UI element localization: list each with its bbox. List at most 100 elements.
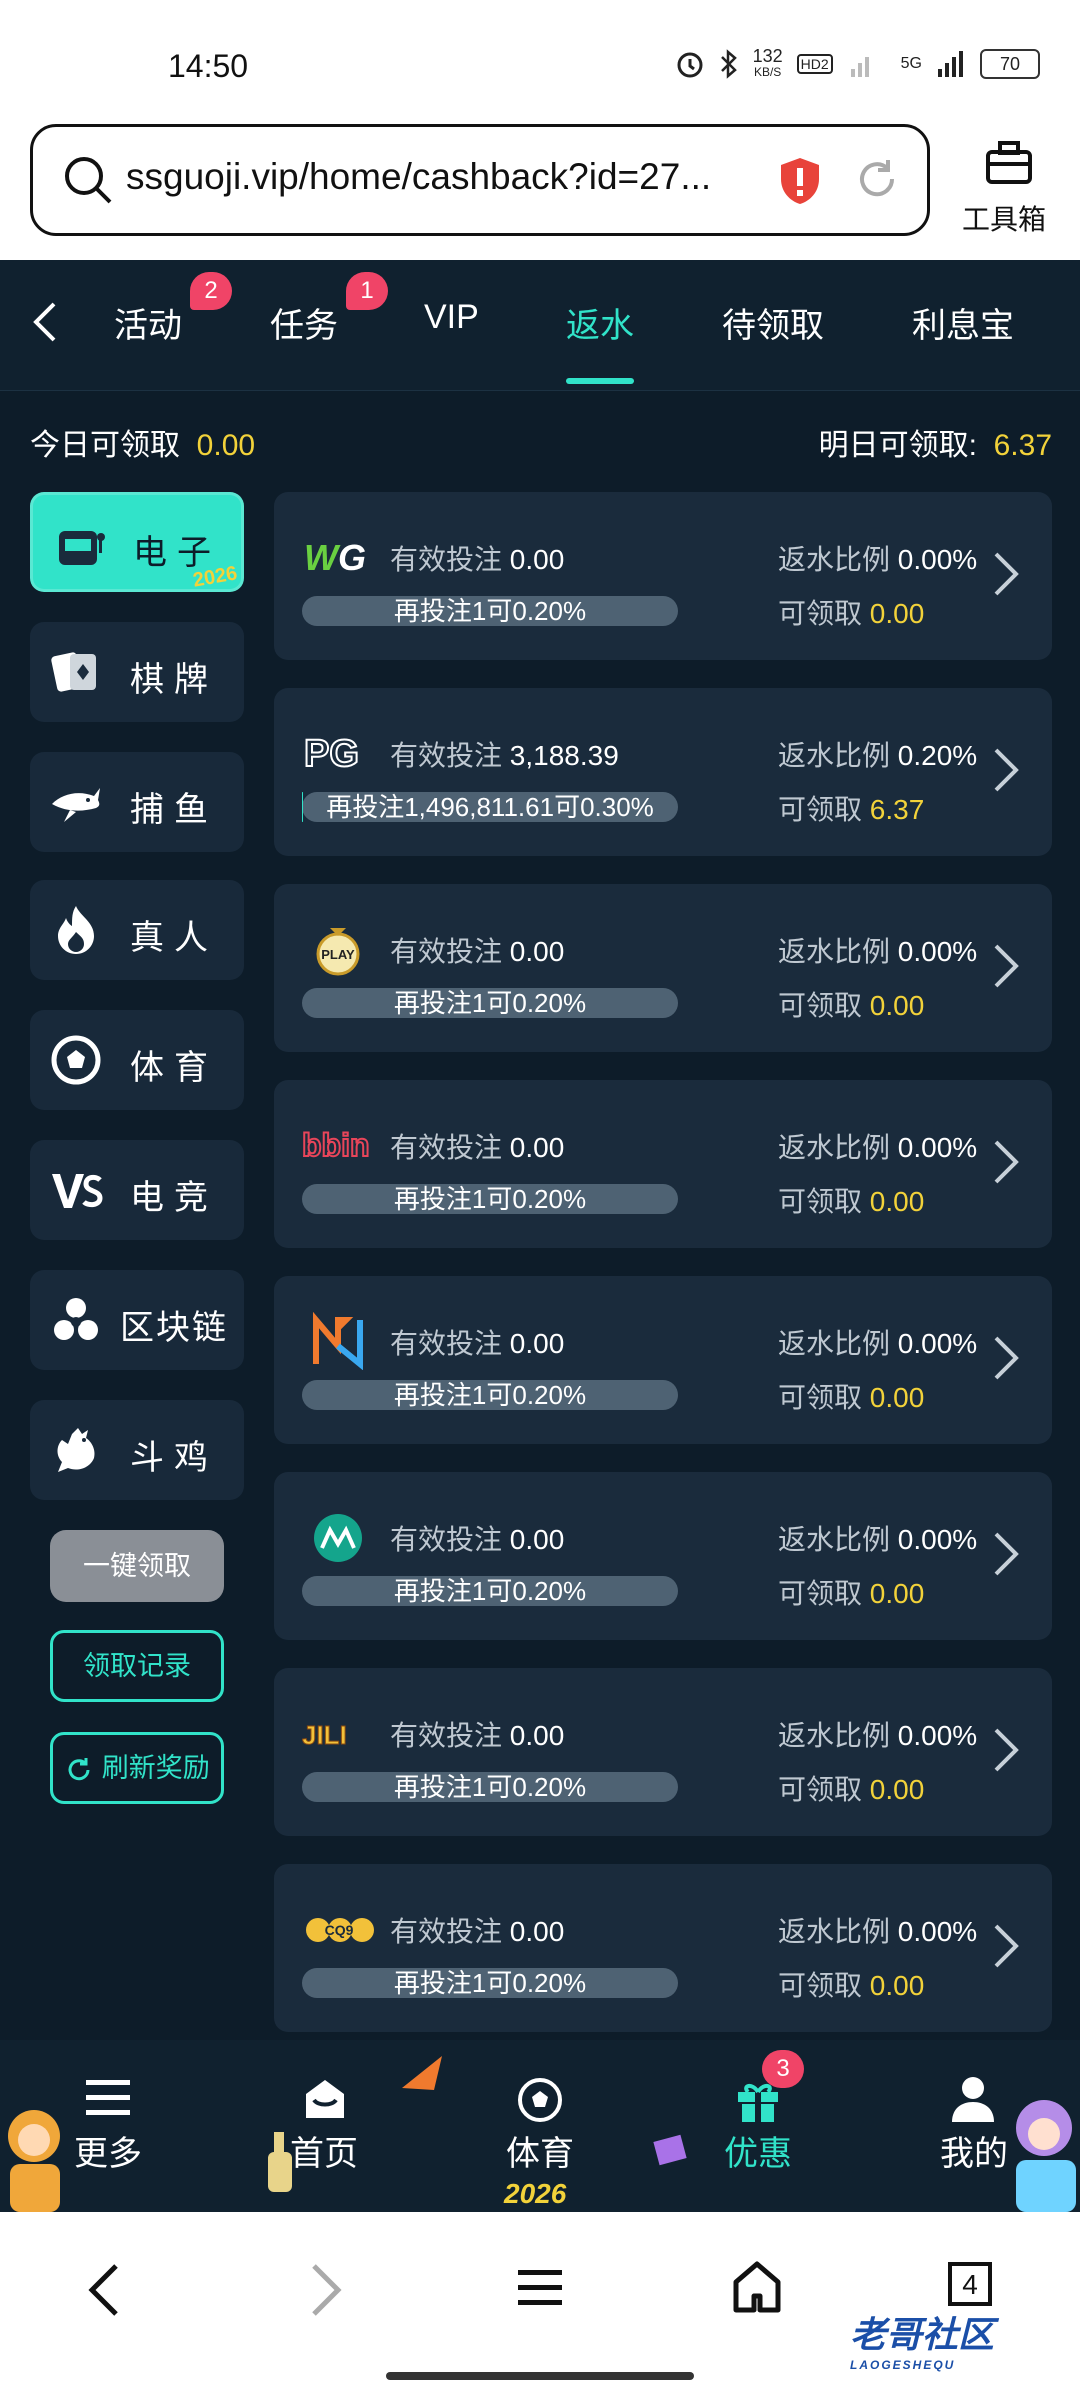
refresh-rewards-button[interactable]: 刷新奖励 — [50, 1732, 224, 1804]
provider-logo-icon: bbin — [301, 1116, 376, 1174]
tab-activity[interactable]: 活动 — [114, 298, 182, 347]
soccer-ball-icon[interactable] — [516, 2076, 564, 2124]
flame-icon — [58, 906, 94, 954]
progress-bar: 再投注1可0.20% — [302, 1772, 678, 1802]
cashback-card[interactable]: 有效投注 0.00 再投注1可0.20% 返水比例 0.00% 可领取 0.00 — [274, 1276, 1052, 1444]
category-cockfight[interactable]: 斗鸡 — [30, 1400, 244, 1500]
category-blockchain[interactable]: 区块链 — [30, 1270, 244, 1370]
chevron-right-icon[interactable] — [986, 1920, 1026, 1972]
progress-hint: 再投注1可0.20% — [393, 1380, 587, 1410]
cashback-card[interactable]: 有效投注 0.00 再投注1可0.20% 返水比例 0.00% 可领取 0.00 — [274, 1472, 1052, 1640]
cashback-rate: 返水比例 0.00% — [778, 1524, 978, 1555]
provider-logo-icon: PLAY — [302, 920, 376, 978]
tab-vip[interactable]: VIP — [424, 298, 479, 337]
slot-machine-icon — [59, 531, 105, 565]
category-live[interactable]: 真人 — [30, 880, 244, 980]
browser-tabs-button[interactable]: 4 — [948, 2262, 992, 2306]
search-icon — [65, 157, 112, 204]
claimable-amount: 可领取 0.00 — [778, 1186, 925, 1217]
tab-active-indicator — [566, 378, 634, 384]
progress-hint: 再投注1可0.20% — [393, 1772, 587, 1802]
chevron-right-icon[interactable] — [986, 744, 1026, 796]
home-icon[interactable] — [302, 2076, 348, 2122]
chevron-right-icon[interactable] — [986, 1724, 1026, 1776]
chevron-right-icon[interactable] — [986, 940, 1026, 992]
svg-text:G: G — [338, 537, 366, 578]
soccer-ball-icon — [51, 1035, 101, 1085]
cashback-card[interactable]: bbin 有效投注 0.00 再投注1可0.20% 返水比例 0.00% 可领取 0.0… — [274, 1080, 1052, 1248]
back-icon[interactable] — [30, 300, 60, 344]
valid-bet: 有效投注 0.00 — [390, 936, 565, 967]
security-shield-icon[interactable] — [778, 156, 822, 206]
tab-interest[interactable]: 利息宝 — [912, 298, 1014, 347]
hd-icon: HD2 — [796, 54, 833, 74]
category-fishing[interactable]: 捕鱼 — [30, 752, 244, 852]
browser-back-icon[interactable] — [86, 2262, 122, 2318]
progress-bar: 再投注1可0.20% — [302, 1380, 678, 1410]
valid-bet: 有效投注 0.00 — [390, 1720, 565, 1751]
chevron-right-icon[interactable] — [986, 1528, 1026, 1580]
year-decoration: 2026 — [504, 2178, 567, 2209]
claimable-amount: 可领取 0.00 — [778, 1578, 925, 1609]
chevron-right-icon[interactable] — [986, 1332, 1026, 1384]
claim-records-button[interactable]: 领取记录 — [50, 1630, 224, 1702]
network-type: 5G — [900, 55, 922, 72]
cashback-rate: 返水比例 0.00% — [778, 1720, 978, 1751]
menu-icon[interactable] — [84, 2076, 132, 2120]
svg-text:W: W — [304, 537, 341, 578]
chevron-right-icon[interactable] — [986, 548, 1026, 600]
toolbox-icon[interactable] — [984, 138, 1034, 188]
browser-menu-icon[interactable] — [516, 2266, 564, 2310]
tab-pending[interactable]: 待领取 — [722, 298, 824, 347]
mascot-right-decoration — [1016, 2100, 1076, 2212]
home-indicator[interactable] — [386, 2372, 694, 2380]
nav-more[interactable]: 更多 — [74, 2126, 142, 2175]
tab-cashback[interactable]: 返水 — [566, 298, 634, 347]
nav-sports[interactable]: 体育 — [506, 2126, 574, 2175]
battery-icon: 70 — [980, 49, 1040, 79]
tab-tasks[interactable]: 任务 — [270, 298, 338, 347]
claimable-amount: 可领取 0.00 — [778, 1382, 925, 1413]
progress-hint: 再投注1,496,811.61可0.30% — [326, 792, 654, 822]
cashback-card[interactable]: PG 有效投注 3,188.39 再投注1,496,811.61可0.30% 返水比例… — [274, 688, 1052, 856]
cashback-rate: 返水比例 0.00% — [778, 936, 978, 967]
reload-icon[interactable] — [854, 156, 900, 202]
progress-bar: 再投注1可0.20% — [302, 1184, 678, 1214]
progress-hint: 再投注1可0.20% — [393, 1576, 587, 1606]
cashback-rate: 返水比例 0.00% — [778, 1916, 978, 1947]
cashback-card[interactable]: W G 有效投注 0.00 再投注1可0.20% 返水比例 0.00% 可领取 0.00 — [274, 492, 1052, 660]
url-text[interactable]: ssguoji.vip/home/cashback?id=27... — [126, 156, 711, 198]
claimable-amount: 可领取 0.00 — [778, 990, 925, 1021]
nav-mine[interactable]: 我的 — [940, 2126, 1008, 2175]
nav-promotions[interactable]: 优惠 — [724, 2126, 792, 2175]
tab-tasks-badge: 1 — [346, 272, 388, 310]
toolbox-label[interactable]: 工具箱 — [962, 198, 1046, 238]
progress-bar: 再投注1,496,811.61可0.30% — [302, 792, 678, 822]
category-slots[interactable]: 电子 2026 — [30, 492, 244, 592]
svg-text:CQ9: CQ9 — [325, 1922, 354, 1938]
tab-activity-badge: 2 — [190, 272, 232, 310]
signal-icon — [850, 57, 869, 77]
category-cards[interactable]: 棋牌 — [30, 622, 244, 722]
browser-home-icon[interactable] — [730, 2260, 784, 2314]
blockchain-icon — [54, 1298, 98, 1340]
category-esports[interactable]: 电竞 — [30, 1140, 244, 1240]
cashback-card[interactable]: JILI 有效投注 0.00 再投注1可0.20% 返水比例 0.00% 可领取 0.0… — [274, 1668, 1052, 1836]
today-claimable: 今日可领取 0.00 — [30, 429, 256, 462]
user-icon[interactable] — [950, 2074, 996, 2124]
tomorrow-value: 6.37 — [993, 429, 1052, 462]
browser-forward-icon[interactable] — [308, 2262, 344, 2318]
cashback-card[interactable]: CQ9 有效投注 0.00 再投注1可0.20% 返水比例 0.00% 可领取 0.00 — [274, 1864, 1052, 2032]
bottle-decoration — [268, 2132, 292, 2192]
progress-hint: 再投注1可0.20% — [393, 596, 587, 626]
claimable-amount: 可领取 6.37 — [778, 794, 925, 825]
category-sports[interactable]: 体育 — [30, 1010, 244, 1110]
valid-bet: 有效投注 0.00 — [390, 1916, 565, 1947]
claim-all-button[interactable]: 一键领取 — [50, 1530, 224, 1602]
cashback-card[interactable]: PLAY 有效投注 0.00 再投注1可0.20% 返水比例 0.00% 可领取 0.0… — [274, 884, 1052, 1052]
progress-hint: 再投注1可0.20% — [393, 1968, 587, 1998]
chevron-right-icon[interactable] — [986, 1136, 1026, 1188]
valid-bet: 有效投注 3,188.39 — [390, 740, 619, 771]
svg-text:JILI: JILI — [302, 1720, 347, 1750]
valid-bet: 有效投注 0.00 — [390, 544, 565, 575]
